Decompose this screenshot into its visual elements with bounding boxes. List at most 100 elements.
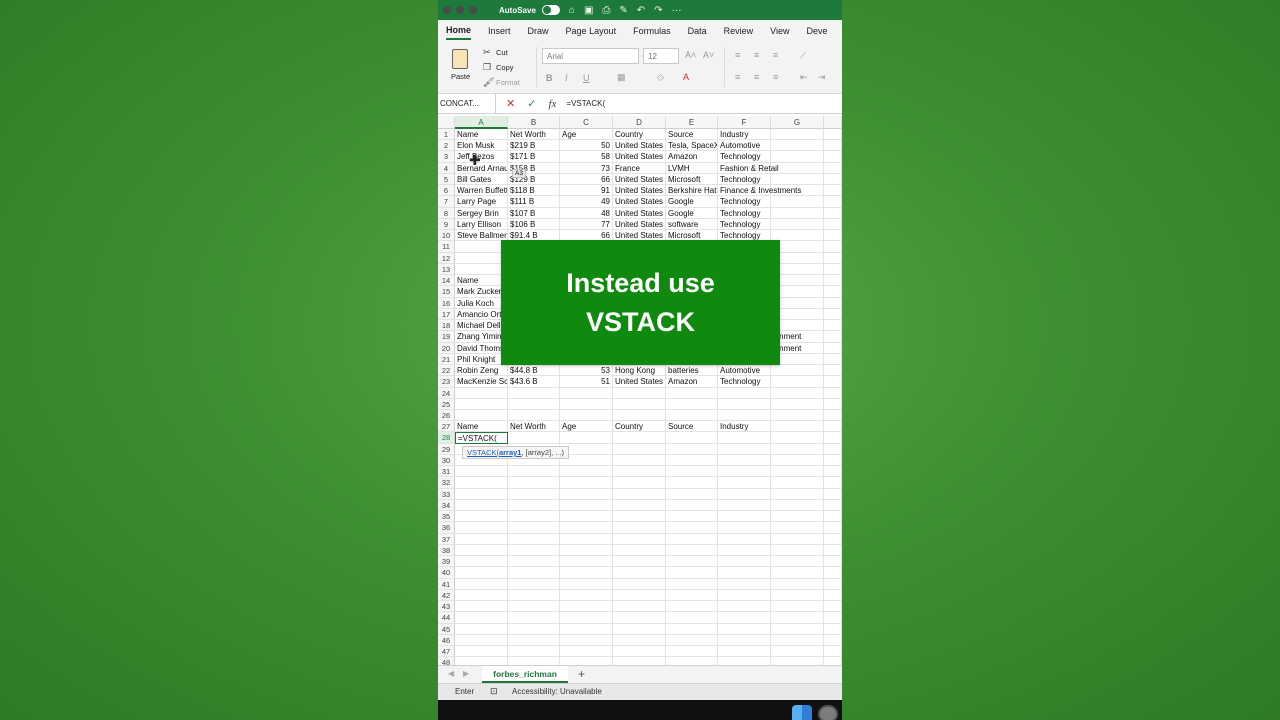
table-cell[interactable] [824,185,842,197]
table-cell[interactable]: Name [455,421,508,433]
row-header[interactable]: 39 [438,556,455,568]
table-cell[interactable] [771,151,824,163]
table-cell[interactable] [613,511,666,523]
table-cell[interactable] [824,286,842,298]
cancel-icon[interactable]: ✕ [506,97,515,110]
table-cell[interactable] [613,454,666,467]
table-cell[interactable] [771,466,824,478]
table-cell[interactable]: $219 B [508,140,560,152]
table-cell[interactable] [771,589,824,602]
table-cell[interactable] [560,556,613,568]
table-cell[interactable]: Technology [718,218,771,231]
table-cell[interactable] [560,466,613,478]
table-cell[interactable] [718,589,771,602]
column-header-d[interactable]: D [613,116,666,129]
italic-icon[interactable]: I [565,73,568,83]
print-icon[interactable]: ⎙ [602,5,610,16]
table-cell[interactable] [824,140,842,152]
table-cell[interactable] [771,387,824,399]
table-cell[interactable]: Net Worth [508,421,560,433]
table-cell[interactable] [718,556,771,568]
redo-icon[interactable]: ↷ [654,5,662,16]
row-header[interactable]: 21 [438,353,455,366]
row-header[interactable]: 7 [438,196,455,208]
table-cell[interactable] [718,443,771,455]
table-cell[interactable] [613,488,666,500]
table-cell[interactable] [560,522,613,534]
close-window-icon[interactable] [443,6,451,14]
table-cell[interactable] [508,466,560,478]
table-cell[interactable]: Industry [718,129,771,141]
table-cell[interactable] [613,499,666,512]
font-color-icon[interactable]: A [683,72,689,82]
table-cell[interactable] [771,477,824,489]
underline-icon[interactable]: U [583,73,590,83]
increase-font-icon[interactable]: A˄ [685,50,696,60]
table-cell[interactable]: 91 [560,185,613,197]
table-cell[interactable] [824,432,842,444]
table-cell[interactable] [508,578,560,590]
table-cell[interactable] [771,398,824,410]
table-cell[interactable] [508,387,560,399]
table-cell[interactable] [771,623,824,635]
row-header[interactable]: 36 [438,522,455,534]
tab-formulas[interactable]: Formulas [633,23,671,39]
tab-data[interactable]: Data [688,23,707,39]
table-cell[interactable] [824,365,842,377]
row-header[interactable]: 4 [438,162,455,174]
table-cell[interactable] [666,432,718,444]
table-cell[interactable] [455,488,508,500]
table-cell[interactable]: batteries [666,365,718,377]
row-header[interactable]: 25 [438,398,455,410]
table-cell[interactable] [560,499,613,512]
table-cell[interactable]: Elon Musk [455,140,508,152]
table-cell[interactable] [455,511,508,523]
table-cell[interactable]: Sergey Brin [455,207,508,219]
table-cell[interactable] [455,398,508,410]
row-header[interactable]: 18 [438,320,455,332]
row-header[interactable]: 23 [438,376,455,388]
decrease-font-icon[interactable]: A˅ [703,50,714,60]
table-cell[interactable] [771,207,824,219]
row-header[interactable]: 5 [438,173,455,186]
orientation-icon[interactable]: ⟋ [800,50,806,61]
column-header-a[interactable]: A [455,116,508,129]
cut-button[interactable]: ✂ Cut [483,47,508,58]
table-cell[interactable] [508,477,560,489]
table-cell[interactable]: Technology [718,376,771,388]
table-cell[interactable] [508,589,560,602]
table-cell[interactable] [824,353,842,366]
row-header[interactable]: 28 [438,432,455,444]
table-cell[interactable]: Warren Buffett [455,185,508,197]
table-cell[interactable] [824,466,842,478]
insert-function-icon[interactable]: fx [548,98,556,110]
table-cell[interactable] [771,129,824,141]
table-cell[interactable]: $44.8 B [508,365,560,377]
table-cell[interactable] [771,140,824,152]
table-cell[interactable] [613,612,666,624]
table-cell[interactable] [508,410,560,422]
row-header[interactable]: 31 [438,466,455,478]
table-cell[interactable] [718,387,771,399]
table-cell[interactable] [666,567,718,579]
table-cell[interactable] [771,432,824,444]
table-cell[interactable] [824,556,842,568]
table-cell[interactable] [771,443,824,455]
table-cell[interactable] [508,601,560,613]
align-middle-icon[interactable]: ≡ [754,50,759,60]
table-cell[interactable] [508,432,560,444]
table-cell[interactable] [824,151,842,163]
row-header[interactable]: 41 [438,578,455,590]
row-header[interactable]: 8 [438,207,455,219]
table-cell[interactable]: Source [666,129,718,141]
table-cell[interactable] [824,173,842,186]
table-cell[interactable] [771,499,824,512]
table-cell[interactable] [455,533,508,545]
table-cell[interactable] [508,398,560,410]
table-cell[interactable] [560,612,613,624]
table-cell[interactable] [455,612,508,624]
table-cell[interactable]: 73 [560,162,613,174]
table-cell[interactable] [560,410,613,422]
table-cell[interactable] [560,567,613,579]
table-cell[interactable] [771,454,824,467]
